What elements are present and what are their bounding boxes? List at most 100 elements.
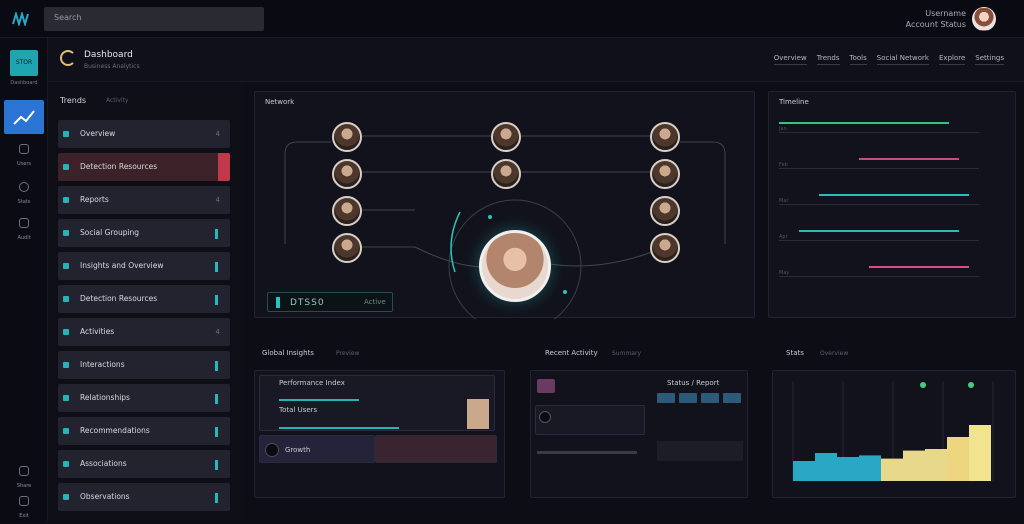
- panel-b-header-right: Status / Report: [667, 379, 720, 387]
- rail-item-share[interactable]: Share: [4, 464, 44, 494]
- panel-b-subtitle: Summary: [612, 350, 641, 357]
- username-text: Username: [925, 9, 966, 18]
- play-icon[interactable]: [265, 443, 279, 457]
- insights-row-label: Total Users: [279, 406, 318, 414]
- stats-bar[interactable]: [793, 461, 815, 481]
- pill[interactable]: [657, 393, 675, 403]
- list-item[interactable]: Social Grouping: [58, 219, 230, 247]
- panel-a-subtitle: Preview: [336, 350, 360, 357]
- pill[interactable]: [701, 393, 719, 403]
- timeline-row-label: Apr: [779, 234, 788, 240]
- hand-icon: [19, 466, 29, 476]
- network-node[interactable]: [332, 196, 362, 226]
- chart-icon: [13, 110, 35, 125]
- rail-active-item[interactable]: [4, 100, 44, 134]
- stats-bar[interactable]: [881, 458, 903, 481]
- stats-marker: [920, 382, 926, 388]
- timeline-bar[interactable]: [859, 158, 959, 160]
- panel-c-subtitle: Overview: [820, 350, 849, 357]
- refresh-icon[interactable]: [60, 50, 76, 66]
- network-node[interactable]: [650, 122, 680, 152]
- timeline-bar[interactable]: [869, 266, 969, 268]
- search-input[interactable]: Search: [44, 7, 264, 31]
- list-item[interactable]: Interactions: [58, 351, 230, 379]
- list-item[interactable]: Recommendations: [58, 417, 230, 445]
- trends-list-panel: Trends Activity Overview 4 Detection Resou…: [48, 82, 244, 521]
- network-node[interactable]: [332, 122, 362, 152]
- network-node[interactable]: [332, 233, 362, 263]
- insights-row-label: Performance Index: [279, 379, 345, 387]
- list-item-icon: [63, 164, 69, 170]
- list-item[interactable]: Overview 4: [58, 120, 230, 148]
- logout-icon: [19, 496, 29, 506]
- list-item-label: Insights and Overview: [80, 261, 164, 270]
- tab-trends[interactable]: Trends: [816, 54, 840, 65]
- tab-tools[interactable]: Tools: [849, 54, 867, 65]
- timeline-row-label: Jan: [779, 126, 787, 132]
- activity-card[interactable]: [535, 405, 645, 435]
- user-avatar[interactable]: [972, 7, 996, 31]
- list-item-label: Overview: [80, 129, 116, 138]
- timeline-track: [779, 240, 979, 241]
- timeline-bar[interactable]: [779, 122, 949, 124]
- list-item-icon: [63, 263, 69, 269]
- stats-bar[interactable]: [837, 457, 859, 481]
- insights-row-label: Growth: [285, 446, 311, 454]
- tab-social-network[interactable]: Social Network: [876, 54, 929, 65]
- network-node[interactable]: [650, 159, 680, 189]
- rail-logo-caption: Dashboard: [10, 80, 38, 86]
- rail-item-stats[interactable]: Stats: [4, 180, 44, 210]
- page-title: Dashboard: [84, 50, 133, 60]
- tab-settings[interactable]: Settings: [975, 54, 1004, 65]
- timeline-bar[interactable]: [819, 194, 969, 196]
- list-item-level-bar: [215, 427, 218, 437]
- tab-explore[interactable]: Explore: [939, 54, 966, 65]
- list-item[interactable]: Insights and Overview: [58, 252, 230, 280]
- list-item[interactable]: Detection Resources: [58, 153, 230, 181]
- stats-bar[interactable]: [947, 437, 969, 481]
- timeline-row-label: Feb: [779, 162, 788, 168]
- list-item[interactable]: Reports 4: [58, 186, 230, 214]
- stats-chart: [792, 381, 994, 481]
- network-node[interactable]: [491, 122, 521, 152]
- stats-bar[interactable]: [969, 425, 991, 481]
- network-status-box: DTSS0 Active: [267, 292, 393, 312]
- rail-item-audit[interactable]: Audit: [4, 216, 44, 246]
- panel-c-title: Stats: [786, 349, 804, 357]
- timeline-track: [779, 132, 979, 133]
- timeline-row-label: Mar: [779, 198, 789, 204]
- network-node[interactable]: [650, 196, 680, 226]
- stats-bar[interactable]: [925, 449, 947, 481]
- list-item-icon: [63, 296, 69, 302]
- rail-logo[interactable]: STOR: [10, 50, 38, 76]
- list-item-label: Social Grouping: [80, 228, 140, 237]
- stats-bar[interactable]: [859, 455, 881, 481]
- account-summary: Username Account Status: [876, 8, 966, 30]
- rail-item-users[interactable]: Users: [4, 142, 44, 172]
- list-panel-subtitle: Activity: [106, 97, 129, 104]
- timeline-panel: Timeline Jan Feb Mar Apr May: [768, 91, 1016, 318]
- timeline-bar[interactable]: [799, 230, 959, 232]
- timeline-row-label: May: [779, 270, 790, 276]
- list-item[interactable]: Relationships: [58, 384, 230, 412]
- page-subtitle: Business Analytics: [84, 63, 140, 70]
- pill[interactable]: [723, 393, 741, 403]
- tab-overview[interactable]: Overview: [773, 54, 807, 65]
- network-node[interactable]: [491, 159, 521, 189]
- pill[interactable]: [679, 393, 697, 403]
- list-item[interactable]: Associations: [58, 450, 230, 478]
- list-item[interactable]: Detection Resources: [58, 285, 230, 313]
- network-node[interactable]: [650, 233, 680, 263]
- status-value: DTSS0: [290, 298, 325, 308]
- stats-bar[interactable]: [815, 453, 837, 481]
- app-logo-icon[interactable]: [12, 12, 30, 26]
- list-item[interactable]: Observations: [58, 483, 230, 511]
- center-profile-node[interactable]: [479, 230, 551, 302]
- list-item[interactable]: Activities 4: [58, 318, 230, 346]
- network-node[interactable]: [332, 159, 362, 189]
- rail-item-exit[interactable]: Exit: [4, 494, 44, 524]
- stats-bar[interactable]: [903, 450, 925, 481]
- panel-a-title: Global Insights: [262, 349, 314, 357]
- insights-summary: [375, 435, 497, 463]
- list-item-icon: [63, 131, 69, 137]
